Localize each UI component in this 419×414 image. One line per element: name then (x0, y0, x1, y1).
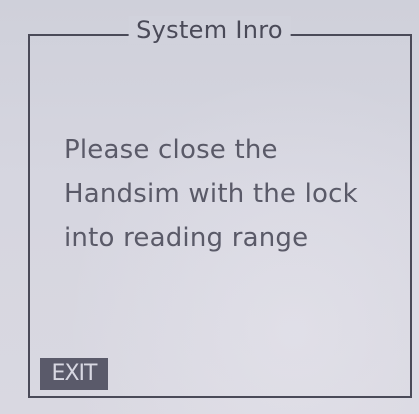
exit-button[interactable]: EXIT (40, 358, 108, 390)
message-line-2: Handsim with the lock (64, 179, 358, 209)
device-screen: System Inro Please close the Handsim wit… (0, 0, 419, 414)
dialog-title: System Inro (128, 16, 291, 44)
message-line-1: Please close the (64, 135, 278, 165)
message-line-3: into reading range (64, 223, 309, 253)
dialog-message: Please close the Handsim with the lock i… (64, 128, 404, 260)
